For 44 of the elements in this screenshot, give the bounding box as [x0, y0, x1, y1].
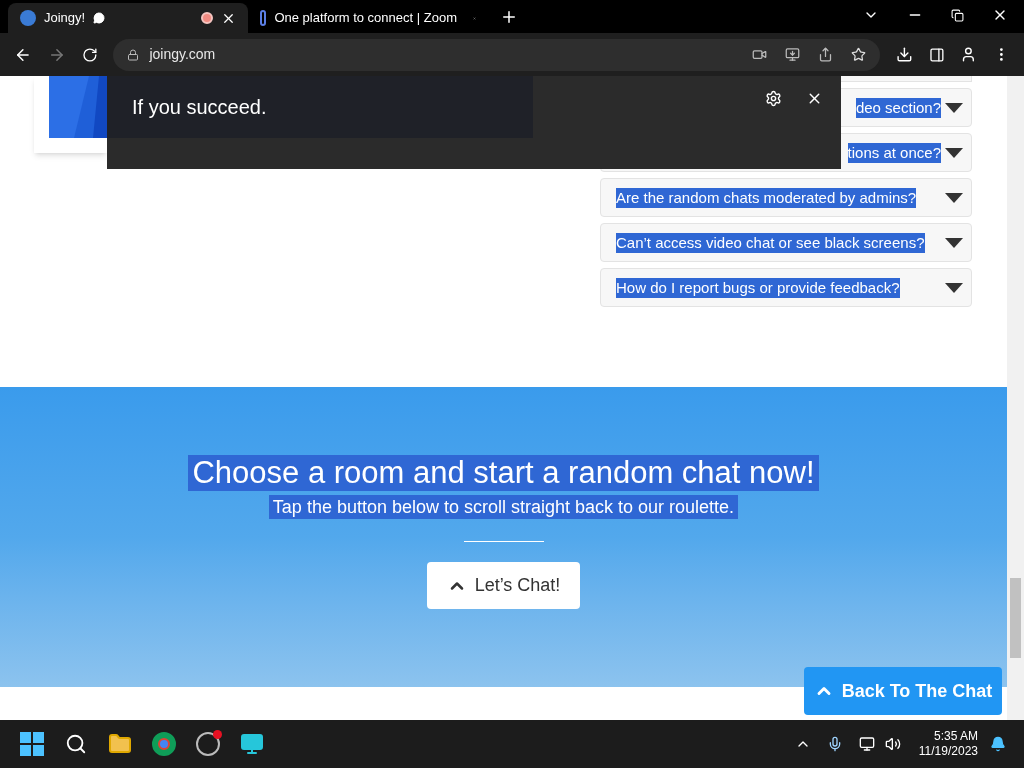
lets-chat-button[interactable]: Let’s Chat!: [426, 562, 581, 609]
network-icon[interactable]: [858, 736, 875, 752]
faq-item[interactable]: How do I report bugs or provide feedback?: [600, 268, 972, 307]
cta-subtitle: Tap the button below to scroll straight back to our roulette.: [268, 495, 739, 519]
faq-item[interactable]: Are the random chats moderated by admins?: [600, 178, 972, 217]
volume-icon[interactable]: [884, 736, 901, 752]
faq-question: tions at once?: [847, 142, 941, 163]
download-icon[interactable]: [895, 46, 913, 63]
windows-icon[interactable]: [20, 732, 44, 756]
settings-icon[interactable]: [765, 90, 782, 107]
address-text: joingy.com: [149, 45, 216, 64]
tab-title: One platform to connect | Zoom: [274, 9, 457, 28]
tab-title: Joingy!: [44, 9, 86, 28]
browser-tab[interactable]: Joingy!: [8, 3, 248, 33]
faq-question: deo section?: [855, 97, 941, 118]
side-panel-icon[interactable]: [928, 46, 945, 63]
caret-icon: [945, 102, 963, 113]
faq-question: Can’t access video chat or see black screens?: [616, 232, 925, 253]
lock-icon: [127, 48, 140, 61]
caret-icon: [945, 282, 963, 293]
restore-icon[interactable]: [951, 8, 964, 22]
faq-question: How do I report bugs or provide feedback?: [616, 277, 900, 298]
camera-icon[interactable]: [751, 47, 767, 62]
search-icon[interactable]: [65, 733, 87, 755]
clock-date[interactable]: 11/19/2023: [918, 744, 978, 759]
caption-text: If you succeed.: [132, 95, 267, 120]
new-tab-icon[interactable]: [500, 8, 518, 26]
share-icon[interactable]: [817, 47, 833, 62]
caret-icon: [945, 237, 963, 248]
faq-question: Are the random chats moderated by admins?: [616, 187, 917, 208]
reload-icon[interactable]: [81, 46, 98, 63]
caret-icon: [945, 147, 963, 158]
bookmark-icon[interactable]: [850, 47, 866, 62]
faq-item[interactable]: Can’t access video chat or see black screens?: [600, 223, 972, 262]
install-icon[interactable]: [784, 47, 800, 62]
chrome-icon[interactable]: [152, 732, 176, 756]
scrollbar-thumb[interactable]: [1010, 578, 1021, 658]
caret-icon: [945, 192, 963, 203]
cta-title: Choose a room and start a random chat now!: [188, 455, 819, 491]
folder-icon[interactable]: [108, 732, 132, 756]
address-bar[interactable]: joingy.com: [113, 38, 880, 71]
clock-time[interactable]: 5:35 AM: [933, 729, 978, 744]
scrollbar[interactable]: [1007, 76, 1024, 720]
notification-icon[interactable]: [990, 736, 1006, 752]
